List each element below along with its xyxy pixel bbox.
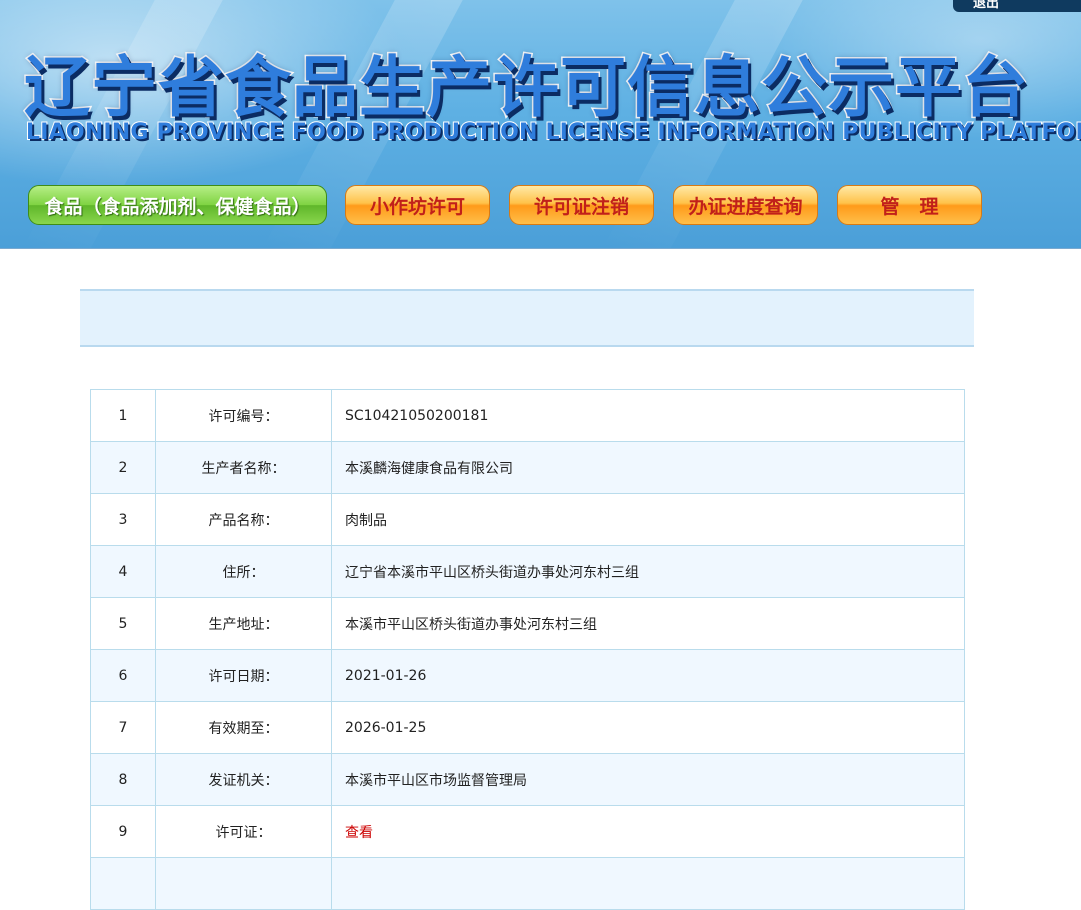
table-row: 8 发证机关： 本溪市平山区市场监督管理局 — [90, 753, 965, 806]
nav-license-cancellation-button[interactable]: 许可证注销 — [509, 185, 654, 225]
license-info-table: 1 许可编号： SC10421050200181 2 生产者名称： 本溪麟海健康… — [90, 389, 965, 910]
row-index: 9 — [90, 805, 156, 858]
info-bar — [80, 289, 974, 347]
site-subtitle: LIAONING PROVINCE FOOD PRODUCTION LICENS… — [25, 119, 1081, 146]
table-row: 3 产品名称： 肉制品 — [90, 493, 965, 546]
nav-food-button[interactable]: 食品（食品添加剂、保健食品） — [28, 185, 327, 225]
table-row — [90, 857, 965, 910]
table-row: 1 许可编号： SC10421050200181 — [90, 389, 965, 442]
table-row: 4 住所： 辽宁省本溪市平山区桥头街道办事处河东村三组 — [90, 545, 965, 598]
view-license-link[interactable]: 查看 — [345, 825, 373, 841]
residence-value: 辽宁省本溪市平山区桥头街道办事处河东村三组 — [331, 545, 965, 598]
row-index: 6 — [90, 649, 156, 702]
row-index: 4 — [90, 545, 156, 598]
valid-until-value: 2026-01-25 — [331, 701, 965, 754]
row-index: 8 — [90, 753, 156, 806]
row-index — [90, 857, 156, 910]
row-index: 2 — [90, 441, 156, 494]
license-date-value: 2021-01-26 — [331, 649, 965, 702]
license-number-value: SC10421050200181 — [331, 389, 965, 442]
row-label — [155, 857, 332, 910]
table-row: 5 生产地址： 本溪市平山区桥头街道办事处河东村三组 — [90, 597, 965, 650]
nav-progress-query-button[interactable]: 办证进度查询 — [673, 185, 818, 225]
logout-label[interactable]: 退出 — [973, 0, 999, 11]
row-index: 3 — [90, 493, 156, 546]
production-address-value: 本溪市平山区桥头街道办事处河东村三组 — [331, 597, 965, 650]
table-row: 2 生产者名称： 本溪麟海健康食品有限公司 — [90, 441, 965, 494]
row-label: 许可编号： — [155, 389, 332, 442]
row-label: 许可日期： — [155, 649, 332, 702]
row-label: 住所： — [155, 545, 332, 598]
table-row: 6 许可日期： 2021-01-26 — [90, 649, 965, 702]
row-label: 产品名称： — [155, 493, 332, 546]
product-name-value: 肉制品 — [331, 493, 965, 546]
nav-admin-button[interactable]: 管理 — [837, 185, 982, 225]
producer-name-value: 本溪麟海健康食品有限公司 — [331, 441, 965, 494]
row-label: 生产地址： — [155, 597, 332, 650]
table-row: 9 许可证： 查看 — [90, 805, 965, 858]
row-index: 1 — [90, 389, 156, 442]
site-title: 辽宁省食品生产许可信息公示平台 — [23, 48, 1030, 128]
nav-workshop-license-button[interactable]: 小作坊许可 — [345, 185, 490, 225]
header-banner: 退出 辽宁省食品生产许可信息公示平台 LIAONING PROVINCE FOO… — [0, 0, 1081, 249]
row-label: 许可证： — [155, 805, 332, 858]
issuing-authority-value: 本溪市平山区市场监督管理局 — [331, 753, 965, 806]
row-label: 有效期至： — [155, 701, 332, 754]
license-cell: 查看 — [331, 805, 965, 858]
row-index: 7 — [90, 701, 156, 754]
table-row: 7 有效期至： 2026-01-25 — [90, 701, 965, 754]
row-label: 发证机关： — [155, 753, 332, 806]
row-value — [331, 857, 965, 910]
row-index: 5 — [90, 597, 156, 650]
row-label: 生产者名称： — [155, 441, 332, 494]
logout-tab[interactable]: 退出 — [953, 0, 1081, 12]
